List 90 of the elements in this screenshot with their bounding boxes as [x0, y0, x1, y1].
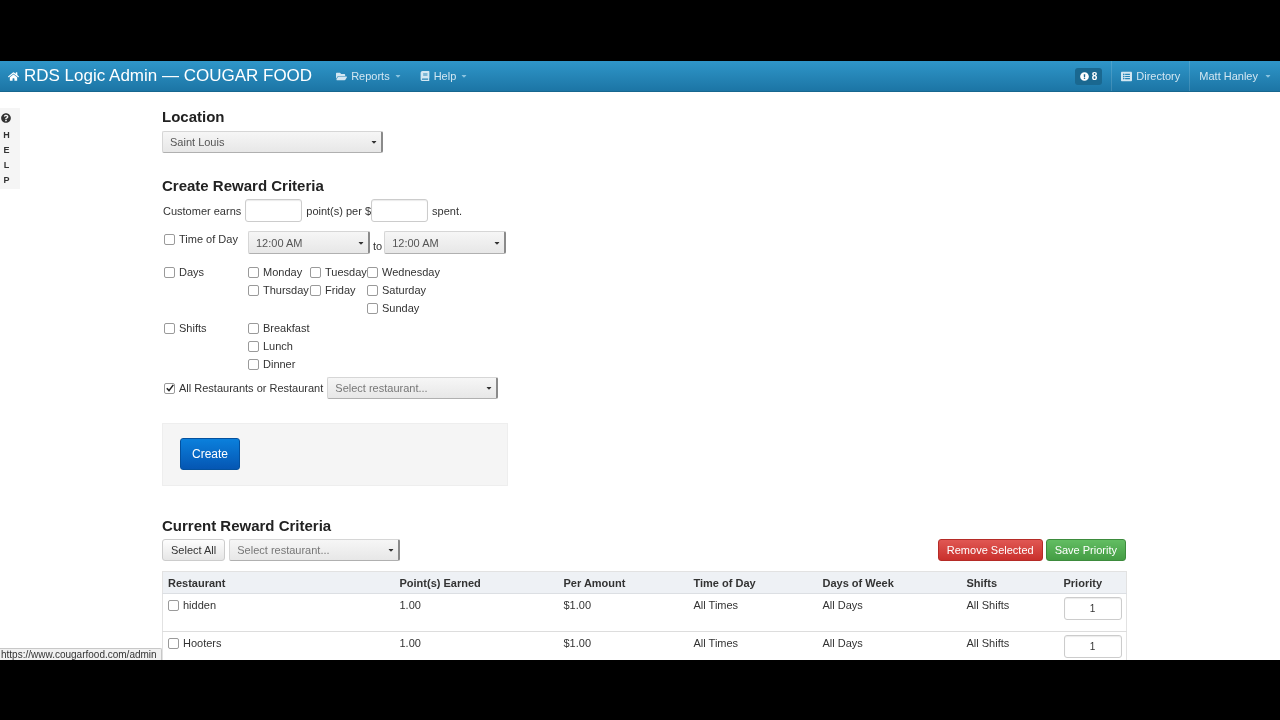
option-label: All Restaurants or Restaurant — [179, 382, 324, 394]
option-label: Thursday — [263, 284, 309, 296]
form-label: point(s) per $ — [306, 204, 372, 217]
checkbox[interactable] — [367, 302, 378, 314]
section-heading: Create Reward Criteria — [162, 177, 325, 195]
nav-menu-link[interactable]: Reports — [327, 61, 411, 91]
checkbox[interactable] — [248, 266, 259, 278]
user-menu-link[interactable]: Matt Hanley — [1189, 61, 1280, 91]
restaurant-name: Hooters — [183, 637, 222, 649]
section-heading: Current Reward Criteria — [162, 517, 333, 535]
section-heading: Location — [162, 108, 226, 126]
input-field[interactable] — [371, 199, 429, 222]
checkbox[interactable] — [248, 340, 259, 352]
option-label: Wednesday — [382, 266, 440, 278]
caret-icon — [460, 72, 469, 80]
table-cell: $1.00 — [558, 593, 689, 632]
folder-icon — [336, 70, 348, 82]
option-label: Breakfast — [263, 322, 310, 334]
table-cell: All Shifts — [961, 631, 1059, 660]
brand-link[interactable]: RDS Logic Admin — COUGAR FOOD — [8, 61, 313, 91]
column-header: Priority — [1058, 571, 1127, 594]
option-label: Time of Day — [179, 233, 238, 245]
checkbox[interactable] — [310, 284, 321, 296]
save-priority-button[interactable]: Save Priority — [1045, 539, 1126, 561]
create-button[interactable]: Create — [180, 438, 241, 470]
option-label: Friday — [325, 284, 356, 296]
table-cell: All Days — [817, 631, 962, 660]
column-header: Shifts — [961, 571, 1059, 594]
time-select[interactable]: 12:00 AM — [384, 231, 507, 254]
caret-icon — [370, 138, 378, 146]
column-header: Point(s) Earned — [394, 571, 559, 594]
option-label: Days — [179, 266, 205, 278]
option-label: Sunday — [382, 302, 420, 314]
option-label: Lunch — [263, 340, 293, 352]
location-select[interactable]: Saint Louis — [162, 131, 383, 153]
checkbox[interactable] — [164, 382, 175, 394]
column-header: Days of Week — [817, 571, 962, 594]
help-tab[interactable]: HELP — [0, 108, 20, 189]
restaurant-name: hidden — [183, 599, 217, 611]
option-label: Dinner — [263, 358, 296, 370]
column-header: Per Amount — [558, 571, 689, 594]
option-label: Shifts — [179, 322, 207, 334]
nav-link[interactable]: Directory — [1111, 61, 1190, 91]
checkbox[interactable] — [248, 358, 259, 370]
priority-field[interactable]: 1 — [1063, 635, 1122, 658]
option-label: Tuesday — [325, 266, 367, 278]
column-header: Restaurant — [162, 571, 395, 594]
home-icon — [8, 70, 19, 82]
form-label: to — [373, 240, 383, 252]
column-header: Time of Day — [688, 571, 818, 594]
checkbox[interactable] — [164, 322, 175, 334]
form-label: spent. — [432, 204, 463, 217]
table-cell: 1.00 — [394, 631, 559, 660]
time-select[interactable]: 12:00 AM — [248, 231, 370, 254]
restaurant-select[interactable]: Select restaurant... — [229, 539, 401, 561]
option-label: Saturday — [382, 284, 427, 296]
table-cell: All Times — [688, 631, 818, 660]
table-cell: All Days — [817, 593, 962, 632]
caret-icon — [485, 384, 494, 392]
alerts-badge[interactable]: 8 — [1074, 67, 1103, 85]
checkbox[interactable] — [367, 284, 378, 296]
remove-selected-button[interactable]: Remove Selected — [937, 539, 1043, 561]
table-cell: All Times — [688, 593, 818, 632]
checkbox[interactable] — [168, 599, 179, 611]
form-label: Customer earns — [163, 204, 242, 217]
checkbox[interactable] — [367, 266, 378, 278]
checkbox[interactable] — [248, 284, 259, 296]
caret-icon — [393, 72, 402, 80]
table-cell: $1.00 — [558, 631, 689, 660]
caret-icon — [387, 546, 396, 554]
help-icon — [1, 113, 11, 123]
option-label: Monday — [263, 266, 303, 278]
book-icon — [419, 71, 430, 81]
caret-icon — [1264, 72, 1272, 80]
checkbox[interactable] — [164, 266, 175, 278]
alert-icon — [1079, 71, 1089, 81]
restaurant-select[interactable]: Select restaurant... — [327, 377, 499, 399]
priority-field[interactable]: 1 — [1063, 597, 1122, 620]
list-icon — [1121, 70, 1133, 82]
select-all-button[interactable]: Select All — [162, 539, 226, 561]
checkbox[interactable] — [168, 637, 179, 649]
checkbox[interactable] — [164, 233, 175, 245]
status-bar: https://www.cougarfood.com/admin — [0, 648, 162, 660]
checkmark-icon — [165, 384, 174, 392]
table-cell: All Shifts — [961, 593, 1059, 632]
checkbox[interactable] — [248, 322, 259, 334]
input-field[interactable] — [245, 199, 303, 222]
nav-menu-link[interactable]: Help — [410, 61, 478, 91]
checkbox[interactable] — [310, 266, 321, 278]
table-cell: 1.00 — [394, 593, 559, 632]
